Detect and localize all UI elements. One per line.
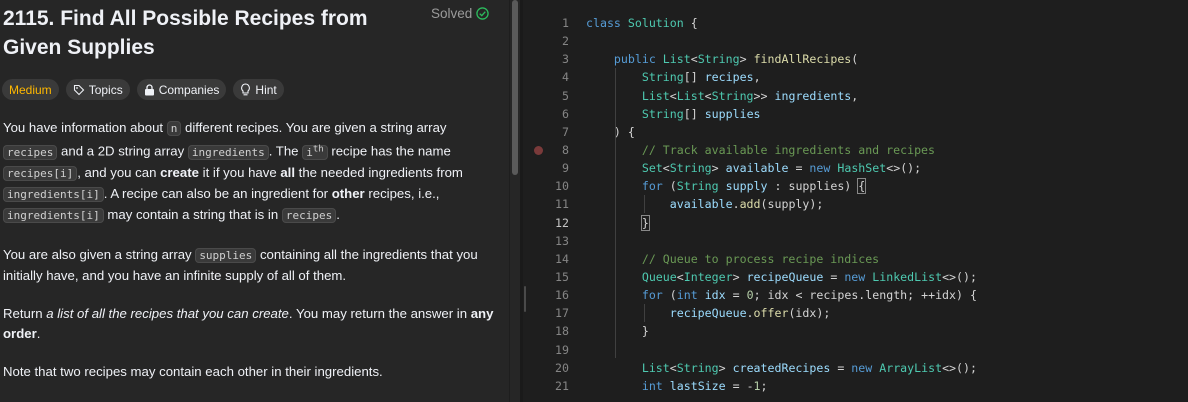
description-paragraph-4: Note that two recipes may contain each o…: [3, 364, 383, 380]
topics-label: Topics: [88, 82, 123, 97]
panel-divider[interactable]: [520, 0, 523, 402]
topics-button[interactable]: Topics: [65, 79, 130, 100]
problem-panel: 2115. Find All Possible Recipes from Giv…: [0, 0, 509, 402]
companies-label: Companies: [158, 82, 220, 97]
solved-status: Solved: [431, 6, 490, 21]
problem-description: You have information about n different r…: [3, 118, 503, 401]
problem-title: 2115. Find All Possible Recipes from Giv…: [3, 7, 368, 59]
lightbulb-icon: [241, 83, 251, 96]
description-paragraph-2: You are also given a string array suppli…: [3, 246, 478, 283]
tag-icon: [73, 84, 84, 95]
solved-label: Solved: [431, 6, 473, 21]
companies-button[interactable]: Companies: [136, 79, 227, 100]
hint-button[interactable]: Hint: [233, 79, 284, 100]
lock-icon: [144, 83, 154, 95]
hint-label: Hint: [255, 82, 277, 97]
difficulty-badge[interactable]: Medium: [2, 79, 59, 100]
check-circle-icon: [476, 7, 490, 20]
description-paragraph-1: You have information about n different r…: [3, 120, 463, 224]
resize-handle[interactable]: [524, 286, 526, 312]
tag-row: Medium Topics Companies Hint: [2, 79, 284, 100]
description-scrollbar[interactable]: [510, 0, 520, 402]
code-editor[interactable]: 1 class Solution { 2 3 public List<String…: [527, 0, 1188, 402]
scrollbar-thumb[interactable]: [512, 0, 518, 175]
description-paragraph-3: Return a list of all the recipes that yo…: [3, 306, 494, 342]
